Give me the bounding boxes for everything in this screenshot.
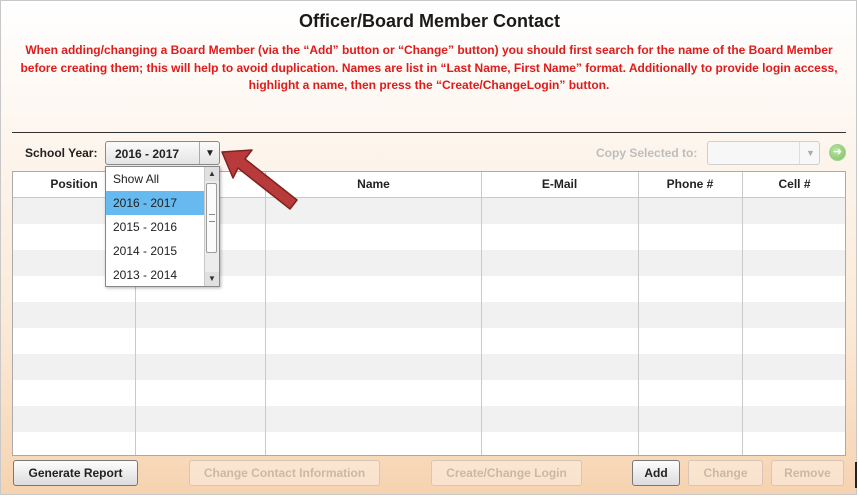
- change-contact-information-button[interactable]: Change Contact Information: [189, 460, 380, 486]
- create-change-login-button[interactable]: Create/Change Login: [431, 460, 582, 486]
- instruction-notice: When adding/changing a Board Member (via…: [20, 43, 838, 92]
- copy-selected-dropdown-button[interactable]: ▼: [799, 142, 819, 164]
- remove-button[interactable]: Remove: [771, 460, 844, 486]
- divider: [12, 132, 846, 133]
- table-row[interactable]: [13, 328, 845, 354]
- column-divider: [265, 172, 266, 455]
- table-row[interactable]: [13, 380, 845, 406]
- dropdown-option-show-all[interactable]: Show All: [106, 167, 204, 191]
- scroll-down-icon[interactable]: ▼: [205, 272, 219, 286]
- grip-icon: [209, 214, 215, 222]
- school-year-select[interactable]: 2016 - 2017 ▼: [105, 141, 220, 165]
- column-header-phone[interactable]: Phone #: [638, 172, 742, 198]
- school-year-value: 2016 - 2017: [115, 147, 180, 161]
- column-header-email[interactable]: E-Mail: [481, 172, 638, 198]
- generate-report-button[interactable]: Generate Report: [13, 460, 138, 486]
- column-divider: [638, 172, 639, 455]
- go-arrow-icon[interactable]: ➜: [829, 144, 846, 161]
- dropdown-option-2013-2014[interactable]: 2013 - 2014: [106, 263, 204, 287]
- copy-selected-select[interactable]: ▼: [707, 141, 820, 165]
- table-row[interactable]: [13, 406, 845, 432]
- edge-marker: [855, 462, 857, 488]
- chevron-down-icon: ▼: [806, 148, 815, 158]
- dropdown-option-2014-2015[interactable]: 2014 - 2015: [106, 239, 204, 263]
- dropdown-option-2016-2017[interactable]: 2016 - 2017: [106, 191, 204, 215]
- school-year-dropdown-list: Show All 2016 - 2017 2015 - 2016 2014 - …: [105, 166, 220, 287]
- dropdown-option-2015-2016[interactable]: 2015 - 2016: [106, 215, 204, 239]
- table-row[interactable]: [13, 302, 845, 328]
- table-row[interactable]: [13, 354, 845, 380]
- table-row[interactable]: [13, 432, 845, 458]
- school-year-label: School Year:: [25, 146, 98, 160]
- copy-selected-label: Copy Selected to:: [596, 146, 698, 160]
- page-title: Officer/Board Member Contact: [298, 11, 561, 31]
- annotation-arrow-icon: [221, 149, 298, 210]
- column-header-cell[interactable]: Cell #: [742, 172, 847, 198]
- column-divider: [742, 172, 743, 455]
- change-button[interactable]: Change: [688, 460, 763, 486]
- column-divider: [481, 172, 482, 455]
- add-button[interactable]: Add: [632, 460, 680, 486]
